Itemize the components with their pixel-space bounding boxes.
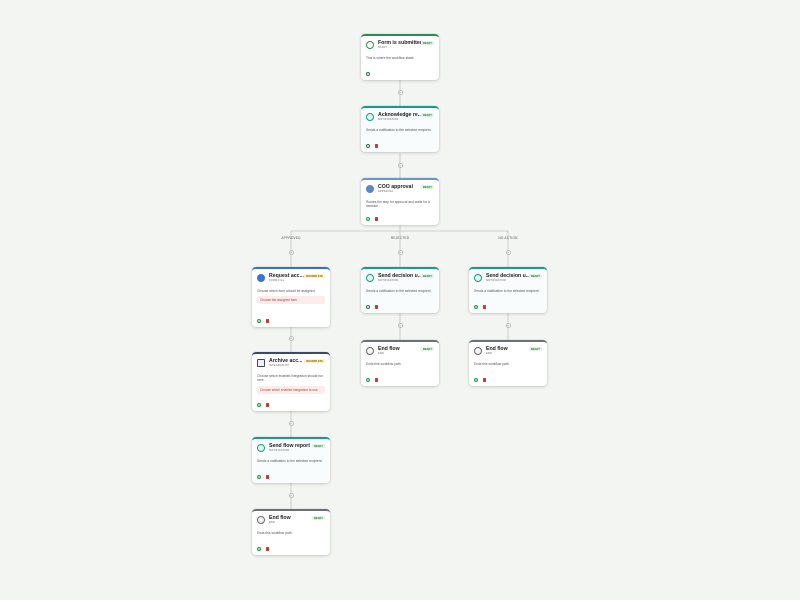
step-description: Routes the step for approval and waits f… <box>366 200 430 209</box>
add-step-button[interactable]: + <box>397 163 403 168</box>
delete-icon[interactable] <box>266 475 269 479</box>
step-description: Sends a notification to the selected rec… <box>474 289 540 293</box>
delete-icon[interactable] <box>483 378 486 382</box>
end-icon <box>366 347 374 355</box>
status-badge: READY <box>420 185 434 189</box>
branch-label-rejected: REJECTED <box>390 236 410 240</box>
notification-icon <box>366 113 374 121</box>
status-badge: READY <box>420 113 434 117</box>
status-badge: READY <box>311 516 325 520</box>
settings-icon[interactable] <box>366 305 370 309</box>
workflow-step-request-access[interactable]: Request acc... FORM FILL INCOMPLETE Choo… <box>252 267 330 327</box>
settings-icon[interactable] <box>366 378 370 382</box>
workflow-step-send-flow-report[interactable]: Send flow report NOTIFICATION READY Send… <box>252 437 330 483</box>
settings-icon[interactable] <box>257 319 261 323</box>
step-description: Sends a notification to the selected rec… <box>257 459 323 463</box>
validation-alert: Choose which enabled integration to use <box>257 385 325 394</box>
workflow-step-coo-approval[interactable]: COO approval APPROVAL READY Routes the s… <box>361 178 439 225</box>
step-description: Choose which enabled integration should … <box>257 374 323 383</box>
add-step-button[interactable]: + <box>505 323 511 328</box>
validation-alert: Choose the assigned form <box>257 296 325 305</box>
end-icon <box>474 347 482 355</box>
step-description: Ends this workflow path. <box>257 531 293 535</box>
settings-icon[interactable] <box>366 217 370 221</box>
branch-label-no-action: NO ACTION <box>498 236 518 240</box>
delete-icon[interactable] <box>375 378 378 382</box>
step-type: INTEGRATION <box>269 364 289 367</box>
status-badge: READY <box>420 274 434 278</box>
step-type: NOTIFICATION <box>378 118 399 121</box>
step-type: APPROVAL <box>378 190 394 193</box>
workflow-step-send-decision-no-action[interactable]: Send decision u... NOTIFICATION READY Se… <box>469 267 547 313</box>
step-description: Sends a notification to the selected rec… <box>366 289 432 293</box>
settings-icon[interactable] <box>474 305 478 309</box>
delete-icon[interactable] <box>266 403 269 407</box>
status-badge: READY <box>420 347 434 351</box>
settings-icon[interactable] <box>474 378 478 382</box>
step-description: Choose which form should be assigned. <box>257 289 316 293</box>
notification-icon <box>474 274 482 282</box>
step-type: START <box>378 46 388 49</box>
workflow-canvas: + + + + + + + + + + APPROVED REJECTED NO… <box>0 0 800 600</box>
settings-icon[interactable] <box>257 547 261 551</box>
step-type: NOTIFICATION <box>378 279 399 282</box>
step-description: Ends this workflow path. <box>474 362 510 366</box>
step-type: NOTIFICATION <box>269 449 290 452</box>
add-step-button[interactable]: + <box>288 250 294 255</box>
workflow-step-end-flow[interactable]: End flow END READY Ends this workflow pa… <box>469 340 547 386</box>
add-step-button[interactable]: + <box>288 421 294 426</box>
notification-icon <box>257 444 265 452</box>
step-description: Ends this workflow path. <box>366 362 402 366</box>
workflow-step-end-flow[interactable]: End flow END READY Ends this workflow pa… <box>252 509 330 555</box>
step-type: END <box>378 352 385 355</box>
add-step-button[interactable]: + <box>397 250 403 255</box>
add-step-button[interactable]: + <box>397 323 403 328</box>
workflow-step-send-decision-rejected[interactable]: Send decision u... NOTIFICATION READY Se… <box>361 267 439 313</box>
status-badge: INCOMPLETE <box>303 274 325 278</box>
delete-icon[interactable] <box>266 547 269 551</box>
settings-icon[interactable] <box>366 144 370 148</box>
workflow-step-form-submitted[interactable]: Form is submitted START READY This is wh… <box>361 34 439 80</box>
step-type: FORM FILL <box>269 279 285 282</box>
workflow-step-end-flow[interactable]: End flow END READY Ends this workflow pa… <box>361 340 439 386</box>
add-step-button[interactable]: + <box>505 250 511 255</box>
status-badge: READY <box>420 41 434 45</box>
delete-icon[interactable] <box>483 305 486 309</box>
delete-icon[interactable] <box>375 144 378 148</box>
add-step-button[interactable]: + <box>397 90 403 95</box>
status-badge: READY <box>528 274 542 278</box>
settings-icon[interactable] <box>366 72 370 76</box>
step-type: END <box>486 352 493 355</box>
add-step-button[interactable]: + <box>288 493 294 498</box>
step-description: This is where the workflow starts <box>366 56 414 60</box>
add-step-button[interactable]: + <box>288 336 294 341</box>
end-icon <box>257 516 265 524</box>
notification-icon <box>366 274 374 282</box>
step-type: NOTIFICATION <box>486 279 507 282</box>
status-badge: READY <box>311 444 325 448</box>
step-type: END <box>269 521 276 524</box>
form-start-icon <box>366 41 374 49</box>
integration-icon <box>257 359 265 367</box>
branch-label-approved: APPROVED <box>281 236 301 240</box>
delete-icon[interactable] <box>266 319 269 323</box>
workflow-step-archive-access[interactable]: Archive acc... INTEGRATION INCOMPLETE Ch… <box>252 352 330 411</box>
form-fill-icon <box>257 274 265 282</box>
delete-icon[interactable] <box>375 305 378 309</box>
delete-icon[interactable] <box>375 217 378 221</box>
step-description: Sends a notification to the selected rec… <box>366 128 432 132</box>
status-badge: INCOMPLETE <box>303 359 325 363</box>
workflow-step-acknowledge[interactable]: Acknowledge re... NOTIFICATION READY Sen… <box>361 106 439 152</box>
status-badge: READY <box>528 347 542 351</box>
settings-icon[interactable] <box>257 403 261 407</box>
settings-icon[interactable] <box>257 475 261 479</box>
approval-icon <box>366 185 374 193</box>
